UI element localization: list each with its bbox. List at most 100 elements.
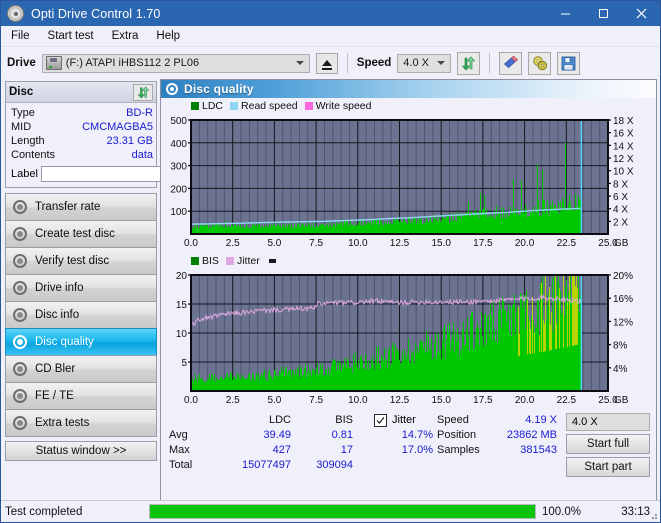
nav-list: Transfer rate Create test disc Verify te…: [5, 193, 157, 437]
status-window-button[interactable]: Status window >>: [5, 441, 157, 461]
svg-text:4 X: 4 X: [613, 205, 628, 216]
app-icon: [7, 5, 24, 22]
disc-row-type: Type BD-R: [11, 106, 153, 120]
title-bar: Opti Drive Control 1.70: [1, 1, 660, 26]
main-content: Disc Type BD-R MID CMCMAGBA5 Length 23.3…: [1, 79, 660, 503]
test-speed-value: 4.0 X: [572, 416, 598, 428]
drive-label: Drive: [7, 57, 36, 69]
sidebar-item-create-test-disc[interactable]: Create test disc: [5, 220, 157, 248]
stats-speed-label: Speed: [437, 414, 469, 426]
svg-text:22.5: 22.5: [557, 238, 577, 249]
menu-bar: File Start test Extra Help: [1, 26, 660, 47]
stats-max-ldc: 427: [272, 444, 291, 456]
svg-text:10: 10: [176, 329, 188, 340]
disc-group: Disc Type BD-R MID CMCMAGBA5 Length 23.3…: [5, 81, 242, 188]
jitter-checkbox[interactable]: [374, 414, 387, 427]
sidebar-label: Transfer rate: [35, 201, 101, 213]
svg-text:0.0: 0.0: [184, 395, 198, 406]
menu-extra[interactable]: Extra: [110, 29, 141, 43]
svg-text:17.5: 17.5: [473, 395, 493, 406]
disc-tools-button[interactable]: [528, 51, 552, 75]
svg-text:6 X: 6 X: [613, 192, 628, 203]
svg-text:15.0: 15.0: [431, 395, 451, 406]
status-bar: Test completed 100.0% 33:13: [1, 500, 660, 522]
sidebar-item-fe-te[interactable]: FE / TE: [5, 382, 157, 410]
sidebar-item-verify-test-disc[interactable]: Verify test disc: [5, 247, 157, 275]
speed-label: Speed: [356, 57, 392, 69]
svg-text:5.0: 5.0: [267, 395, 281, 406]
svg-text:12 X: 12 X: [613, 154, 634, 165]
quality-chart-ldc: 1002003004005002 X4 X6 X8 X10 X12 X14 X1…: [170, 116, 634, 249]
svg-text:500: 500: [170, 116, 187, 127]
stats-avg-jitter: 14.7%: [401, 429, 433, 441]
svg-text:0.0: 0.0: [184, 238, 198, 249]
left-column: Disc Type BD-R MID CMCMAGBA5 Length 23.3…: [1, 79, 242, 503]
cd-bler-icon: [13, 362, 27, 376]
charts-area: LDC Read speed Write speed 100 200 300 4…: [161, 98, 656, 409]
minimize-icon[interactable]: [546, 1, 584, 26]
sidebar-item-drive-info[interactable]: Drive info: [5, 274, 157, 302]
disc-row-contents: Contents data: [11, 148, 153, 162]
close-icon[interactable]: [622, 1, 660, 26]
disc-refresh-button[interactable]: [133, 83, 153, 101]
svg-text:16 X: 16 X: [613, 129, 634, 140]
disc-length-label: Length: [11, 135, 45, 147]
legend-label: Write speed: [315, 100, 372, 112]
stats-position-label: Position: [437, 429, 477, 441]
svg-text:2.5: 2.5: [226, 238, 240, 249]
menu-help[interactable]: Help: [154, 29, 182, 43]
disc-type-label: Type: [11, 107, 35, 119]
status-text: Test completed: [5, 505, 83, 518]
disc-row-length: Length 23.31 GB: [11, 134, 153, 148]
svg-text:15: 15: [176, 300, 188, 311]
start-full-button[interactable]: Start full: [566, 434, 650, 454]
stats-actions: 4.0 X Start full Start part: [566, 413, 650, 477]
refresh-button[interactable]: [457, 51, 481, 75]
quality-chart-bis: 5 10 15 20 4% 8% 12% 16% 20% 0.0 2.5 5.0 7.5 10.0 12.5…: [176, 271, 633, 406]
progress-fill: [150, 505, 535, 518]
menu-start-test[interactable]: Start test: [46, 29, 96, 43]
start-part-button[interactable]: Start part: [566, 457, 650, 477]
drive-select[interactable]: (F:) ATAPI iHBS112 2 PL06: [41, 53, 310, 73]
chart-2-legend: BIS Jitter: [163, 255, 654, 267]
svg-text:2.5: 2.5: [226, 395, 240, 406]
maximize-icon[interactable]: [584, 1, 622, 26]
svg-text:10.0: 10.0: [348, 238, 368, 249]
legend-swatch-read-speed: [230, 102, 239, 110]
sidebar-label: Create test disc: [35, 228, 115, 240]
sidebar-item-transfer-rate[interactable]: Transfer rate: [5, 193, 157, 221]
stats-samples-row: Samples 381543: [437, 443, 557, 458]
stats-position-value: 23862 MB: [506, 429, 557, 441]
page-title: Disc quality: [184, 82, 254, 96]
resize-grip-icon[interactable]: [648, 510, 658, 520]
erase-button[interactable]: [499, 51, 523, 75]
save-button[interactable]: [557, 51, 581, 75]
stats-area: LDC BIS Jitter Avg 39.49 0.81 14.7% Max …: [161, 409, 656, 477]
chart-1-wrap: 100 200 300 400 500 2 X4 X6 X8 X 10 X 12 X 14 X1…: [163, 112, 654, 252]
refresh-icon: [137, 85, 149, 99]
legend-ldc: LDC: [191, 100, 223, 112]
chart-1-legend: LDC Read speed Write speed: [163, 100, 654, 112]
jitter-label: Jitter: [392, 414, 416, 426]
svg-text:18 X: 18 X: [613, 116, 634, 127]
sidebar-item-cd-bler[interactable]: CD Bler: [5, 355, 157, 383]
drive-select-value: (F:) ATAPI iHBS112 2 PL06: [65, 57, 200, 69]
speed-select[interactable]: 4.0 X: [397, 53, 452, 73]
window-title: Opti Drive Control 1.70: [31, 6, 161, 21]
menu-file[interactable]: File: [9, 29, 32, 43]
disc-contents-value: data: [131, 149, 153, 161]
eject-button[interactable]: [315, 52, 338, 74]
sidebar-label: Drive info: [35, 282, 84, 294]
toolbar-divider-1: [346, 53, 348, 73]
test-speed-select[interactable]: 4.0 X: [566, 413, 650, 431]
sidebar-item-extra-tests[interactable]: Extra tests: [5, 409, 157, 437]
stats-max-jitter: 17.0%: [401, 444, 433, 456]
sidebar-item-disc-quality[interactable]: Disc quality: [5, 328, 157, 356]
legend-label: LDC: [202, 100, 224, 112]
svg-text:100: 100: [170, 207, 187, 218]
sidebar-label: FE / TE: [35, 390, 74, 402]
stats-total-bis: 309094: [316, 459, 353, 471]
stats-speed-row: Speed 4.19 X: [437, 413, 557, 428]
sidebar-item-disc-info[interactable]: Disc info: [5, 301, 157, 329]
eject-icon: [321, 60, 332, 70]
